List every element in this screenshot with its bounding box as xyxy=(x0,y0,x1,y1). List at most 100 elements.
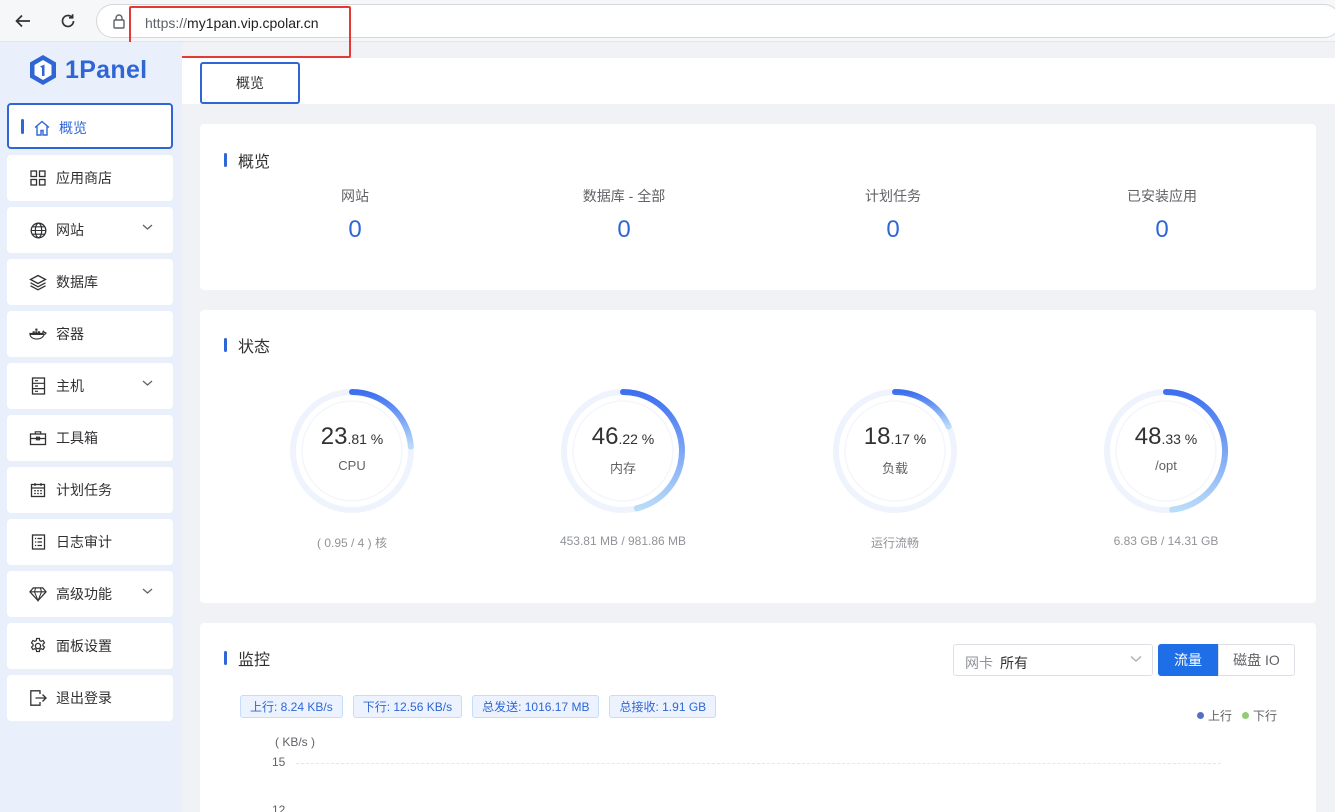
server-icon xyxy=(29,377,47,395)
sidebar-item-logout[interactable]: 退出登录 xyxy=(7,675,173,721)
y-tick-label: 15 xyxy=(272,755,286,769)
network-card-select[interactable]: 网卡 所有 xyxy=(953,644,1153,676)
gauge-label: 负载 xyxy=(881,461,908,476)
sidebar-item-toolbox[interactable]: 工具箱 xyxy=(7,415,173,461)
stat-label: 网站 xyxy=(341,188,369,204)
legend-dot xyxy=(1197,712,1204,719)
browser-toolbar: https://my1pan.vip.cpolar.cn xyxy=(0,0,1335,42)
y-axis-unit: ( KB/s ) xyxy=(275,735,316,749)
sidebar-item-app-store[interactable]: 应用商店 xyxy=(7,155,173,201)
sidebar-item-settings[interactable]: 面板设置 xyxy=(7,623,173,669)
sidebar-item-container[interactable]: 容器 xyxy=(7,311,173,357)
stat-label: 已安装应用 xyxy=(1127,188,1197,204)
sidebar-item-label: 概览 xyxy=(59,120,87,136)
stat-installed-apps: 已安装应用 0 xyxy=(1062,186,1262,244)
overview-title: 概览 xyxy=(224,148,270,172)
stat-value[interactable]: 0 xyxy=(793,216,993,244)
gauge-label: /opt xyxy=(1155,458,1177,473)
traffic-tags: 上行: 8.24 KB/s 下行: 12.56 KB/s 总发送: 1016.1… xyxy=(240,695,717,718)
gauge-value-dec: .81 % xyxy=(347,431,384,447)
globe-icon xyxy=(29,221,47,239)
grid-icon xyxy=(29,169,47,187)
gauge-value: 46.22 % xyxy=(558,423,688,451)
sidebar-item-overview[interactable]: 概览 xyxy=(7,103,173,149)
cpu-detail: ( 0.95 / 4 ) 核 xyxy=(316,536,388,550)
gauge-inner-ring xyxy=(844,400,946,502)
sidebar-item-label: 容器 xyxy=(56,326,84,342)
sidebar-item-log-audit[interactable]: 日志审计 xyxy=(7,519,173,565)
legend-upload[interactable]: 上行 xyxy=(1197,707,1232,724)
sidebar-item-advanced[interactable]: 高级功能 xyxy=(7,571,173,617)
monitor-title: 监控 xyxy=(224,646,270,670)
grid-line xyxy=(296,763,1221,764)
log-icon xyxy=(29,533,47,551)
chart-legend: 上行 下行 xyxy=(1197,707,1277,724)
sidebar-item-website[interactable]: 网站 xyxy=(7,207,173,253)
sidebar-item-label: 网站 xyxy=(56,222,84,238)
docker-icon xyxy=(29,325,47,343)
cpu-gauge: 23.81 % CPU xyxy=(287,386,417,516)
total-received-tag: 总接收: 1.91 GB xyxy=(609,695,717,718)
reload-button[interactable] xyxy=(53,6,83,36)
gauge-label: 内存 xyxy=(609,461,636,476)
traffic-button[interactable]: 流量 xyxy=(1158,644,1218,676)
reload-icon xyxy=(61,14,75,28)
gauge-value-dec: .33 % xyxy=(1161,431,1198,447)
gauge-inner-ring xyxy=(1115,400,1217,502)
sidebar-item-label: 高级功能 xyxy=(56,586,112,602)
upload-speed-tag: 上行: 8.24 KB/s xyxy=(240,695,343,718)
url-host: my1pan.vip.cpolar.cn xyxy=(187,15,319,31)
url-text: https://my1pan.vip.cpolar.cn xyxy=(145,15,319,31)
legend-label: 上行 xyxy=(1208,709,1233,723)
tab-overview[interactable]: 概览 xyxy=(200,62,300,104)
gauge-value-int: 46 xyxy=(591,423,619,450)
sidebar-item-label: 面板设置 xyxy=(56,638,112,654)
sidebar-item-label: 应用商店 xyxy=(56,170,112,186)
gear-icon xyxy=(29,637,47,655)
home-icon xyxy=(33,119,51,137)
sidebar-item-label: 日志审计 xyxy=(56,534,112,550)
gauge-ring xyxy=(561,389,685,513)
memory-gauge: 46.22 % 内存 xyxy=(558,386,688,516)
gauge-value: 23.81 % xyxy=(287,423,417,451)
logout-icon xyxy=(29,689,47,707)
legend-dot xyxy=(1242,712,1250,719)
tab-bar: 概览 xyxy=(182,58,1335,104)
logo[interactable]: 1Panel xyxy=(28,52,147,88)
total-sent-tag: 总发送: 1016.17 MB xyxy=(472,695,600,718)
stat-value[interactable]: 0 xyxy=(1062,216,1262,244)
chevron-down-icon xyxy=(142,224,153,230)
stat-value[interactable]: 0 xyxy=(524,216,724,244)
url-scheme: https:// xyxy=(145,15,188,31)
chevron-down-icon xyxy=(142,588,153,594)
disk-io-button[interactable]: 磁盘 IO xyxy=(1218,644,1295,676)
stat-label: 计划任务 xyxy=(865,188,921,204)
stat-databases: 数据库 - 全部 0 xyxy=(524,186,724,244)
sidebar-item-label: 工具箱 xyxy=(56,430,98,446)
overview-card: 概览 网站 0 数据库 - 全部 0 计划任务 0 已安装应用 0 xyxy=(200,124,1316,290)
monitor-card: 监控 网卡 所有 流量 磁盘 IO 上行: 8.24 KB/s 下行: 12.5… xyxy=(200,623,1316,812)
load-detail: 运行流畅 xyxy=(870,536,919,550)
download-speed-tag: 下行: 12.56 KB/s xyxy=(352,695,463,718)
memory-detail: 453.81 MB / 981.86 MB xyxy=(559,534,687,548)
1panel-logo-icon xyxy=(30,55,56,85)
gauge-inner-ring xyxy=(572,400,674,502)
gauge-ring xyxy=(1104,389,1229,513)
back-button[interactable] xyxy=(8,6,38,36)
gauge-value-dec: .22 % xyxy=(618,431,655,447)
gauge-value: 18.17 % xyxy=(830,423,960,451)
address-bar[interactable]: https://my1pan.vip.cpolar.cn xyxy=(96,4,1335,38)
sidebar-item-cron[interactable]: 计划任务 xyxy=(7,467,173,513)
stat-value[interactable]: 0 xyxy=(255,216,455,244)
legend-download[interactable]: 下行 xyxy=(1242,707,1277,724)
gauge-ring xyxy=(833,389,957,513)
title-bar xyxy=(224,338,227,352)
sidebar-item-database[interactable]: 数据库 xyxy=(7,259,173,305)
stat-label: 数据库 - 全部 xyxy=(582,188,666,204)
gauge-inner-ring xyxy=(301,400,403,502)
sidebar-item-host[interactable]: 主机 xyxy=(7,363,173,409)
sidebar-item-label: 退出登录 xyxy=(56,690,112,706)
stat-cron-jobs: 计划任务 0 xyxy=(793,186,993,244)
status-card: 状态 23.81 % CPU ( 0.95 / 4 ) 核 46.22 % 内存… xyxy=(200,310,1316,603)
monitor-title-text: 监控 xyxy=(238,652,271,669)
